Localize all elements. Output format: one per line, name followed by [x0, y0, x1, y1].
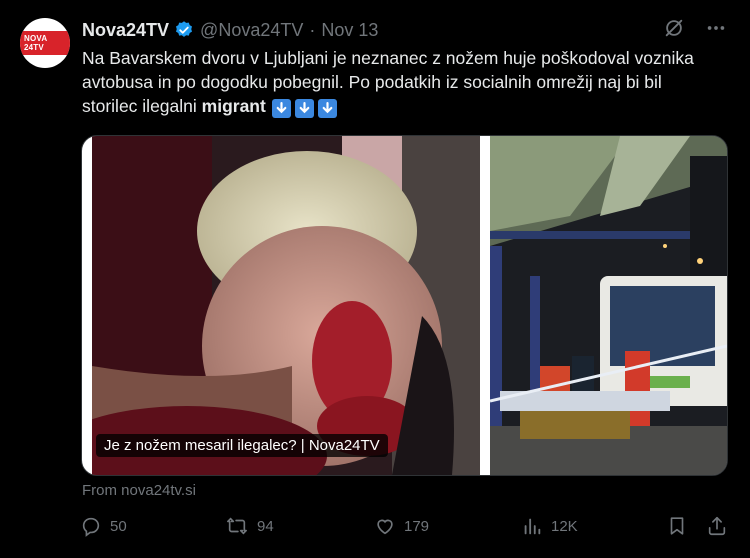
tweet-text-main: Na Bavarskem dvoru v Ljubljani je neznan… [82, 48, 694, 116]
reply-button[interactable]: 50 [80, 515, 127, 537]
bookmark-icon [666, 515, 688, 537]
repost-button[interactable]: 94 [225, 515, 274, 537]
separator-dot: · [309, 19, 316, 40]
reply-icon [80, 515, 102, 537]
grok-icon[interactable] [662, 16, 686, 40]
arrow-down-icon [294, 99, 314, 118]
link-card-title[interactable]: Je z nožem mesaril ilegalec? | Nova24TV [96, 434, 388, 457]
tweet-text-bold: migrant [201, 96, 266, 116]
tweet-date[interactable]: Nov 13 [321, 20, 378, 41]
share-icon [706, 515, 728, 537]
avatar-logo: NOVA 24TV [20, 31, 70, 55]
repost-icon [225, 515, 249, 537]
verified-badge-icon[interactable] [174, 20, 194, 40]
tweet-header-actions [662, 16, 728, 40]
like-icon [374, 515, 396, 537]
bookmark-button[interactable] [666, 515, 688, 537]
arrow-down-icon [271, 99, 291, 118]
tweet-text: Na Bavarskem dvoru v Ljubljani je neznan… [82, 46, 722, 118]
tweet-header: Nova24TV @Nova24TV · Nov 13 [82, 18, 378, 42]
link-card-media[interactable]: Je z nožem mesaril ilegalec? | Nova24TV [81, 135, 728, 476]
repost-count: 94 [257, 517, 274, 535]
views-button[interactable]: 12K [521, 515, 578, 537]
reply-count: 50 [110, 517, 127, 535]
like-button[interactable]: 179 [374, 515, 429, 537]
author-name[interactable]: Nova24TV [82, 20, 169, 41]
more-icon[interactable] [704, 16, 728, 40]
like-count: 179 [404, 517, 430, 535]
tweet[interactable]: NOVA 24TV Nova24TV @Nova24TV · Nov 13 Na… [0, 0, 750, 558]
avatar[interactable]: NOVA 24TV [20, 18, 70, 68]
author-handle[interactable]: @Nova24TV [200, 20, 303, 41]
views-count: 12K [551, 517, 578, 535]
share-button[interactable] [706, 515, 728, 537]
arrow-down-icon [317, 99, 337, 118]
views-icon [521, 515, 543, 537]
bus-scene-photo [490, 136, 727, 475]
arrow-emojis [271, 99, 337, 118]
tweet-actions: 50 94 179 12K [80, 515, 730, 541]
link-source[interactable]: From nova24tv.si [82, 482, 196, 499]
injured-man-photo [92, 136, 480, 475]
